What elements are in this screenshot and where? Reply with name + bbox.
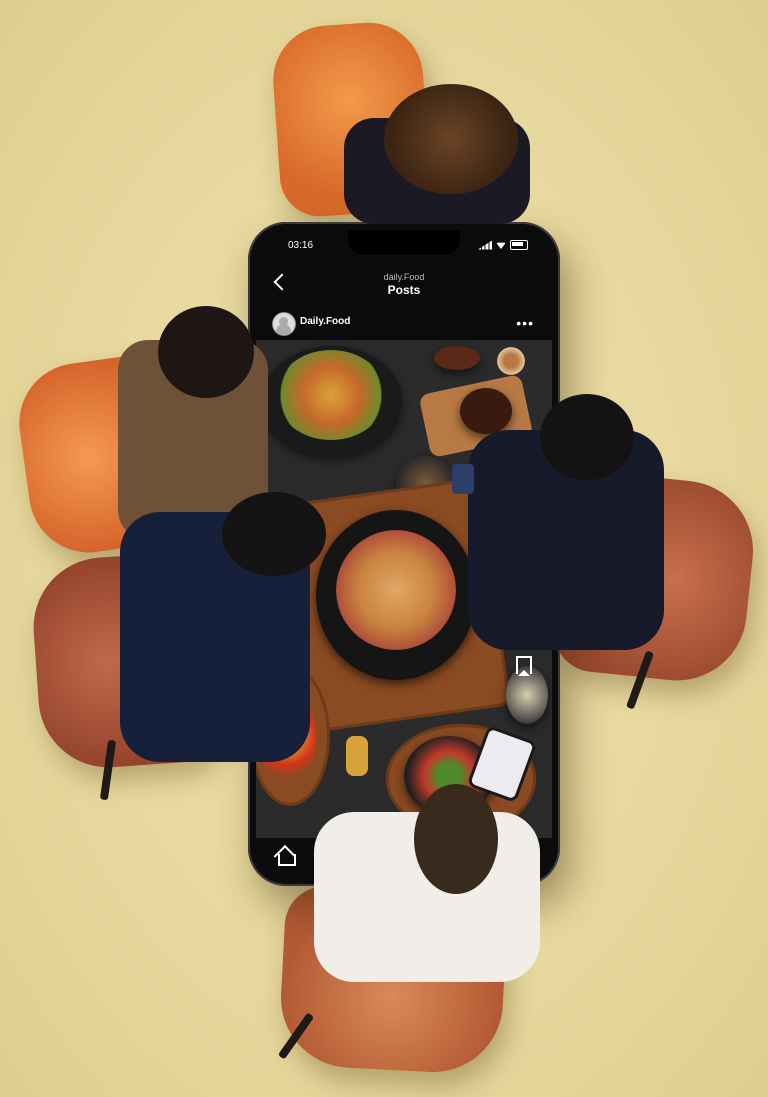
posts-header: daily.Food Posts xyxy=(256,268,552,304)
person-top-hair xyxy=(384,84,518,194)
person-right-hair xyxy=(540,394,634,480)
post-username[interactable]: Daily.Food xyxy=(300,316,350,327)
roasted-vegetables xyxy=(276,350,386,440)
sauce-bowl xyxy=(434,346,480,370)
chili-skillet xyxy=(460,388,512,434)
person-left-lower-hair xyxy=(222,492,326,576)
roast-chicken xyxy=(336,530,456,650)
status-bar: 03:16 xyxy=(256,240,552,258)
oil-bottle xyxy=(346,736,368,776)
profile-avatar[interactable] xyxy=(272,312,296,336)
status-icons xyxy=(478,240,528,250)
phone-in-hand-icon xyxy=(452,464,474,494)
header-title: Posts xyxy=(387,283,421,297)
home-icon[interactable] xyxy=(278,854,296,866)
bookmark-icon[interactable] xyxy=(516,656,532,676)
wifi-icon xyxy=(496,242,506,249)
food-table-scene: 03:16 daily.Food Posts Daily.Food ••• xyxy=(0,0,768,1097)
status-time: 03:16 xyxy=(288,240,314,251)
person-left-upper-hair xyxy=(158,306,254,398)
post-header: Daily.Food ••• xyxy=(256,310,552,338)
bagel xyxy=(494,346,528,376)
battery-icon xyxy=(510,240,528,250)
signal-icon xyxy=(478,240,492,250)
header-subtitle: daily.Food xyxy=(383,272,425,282)
more-options-icon[interactable]: ••• xyxy=(516,316,534,330)
person-bottom-hair xyxy=(414,784,498,894)
